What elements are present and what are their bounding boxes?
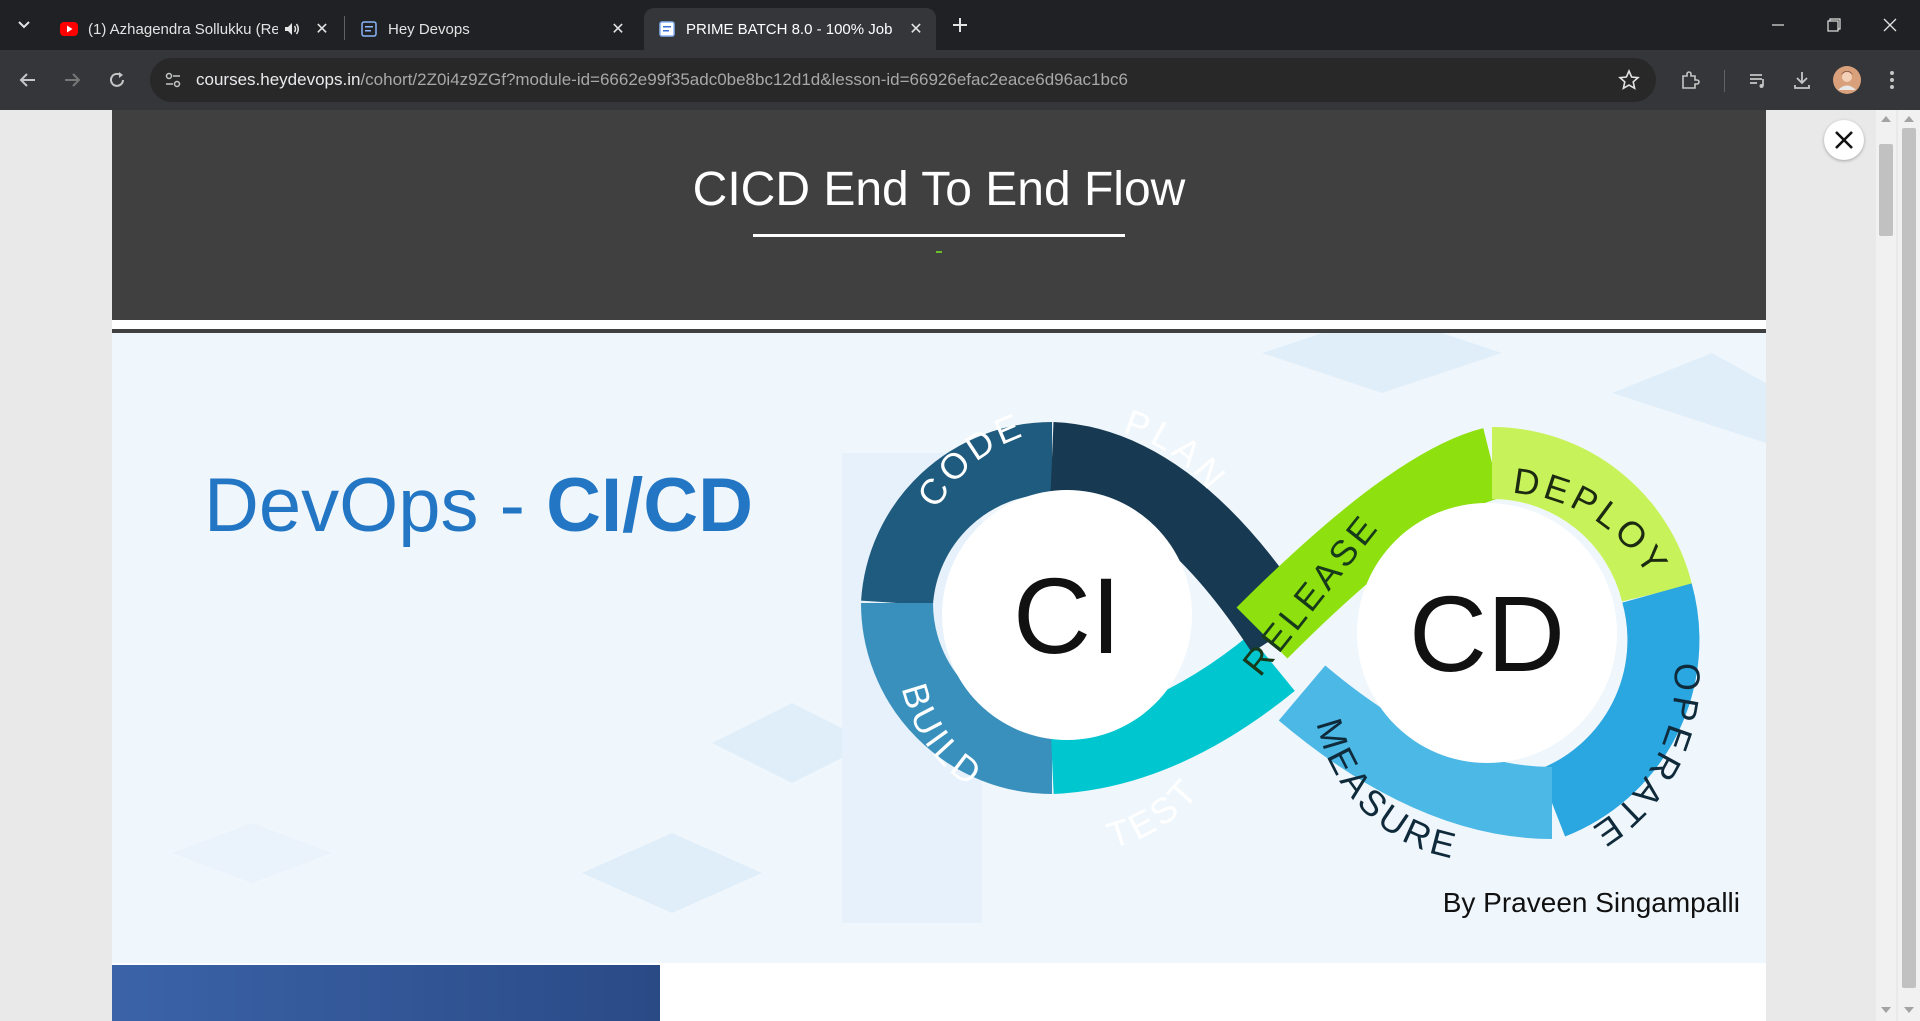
hero-heading-light: DevOps - (204, 463, 546, 548)
tab-separator (344, 16, 345, 40)
ci-loop: CI (861, 421, 1313, 794)
author-credit: By Praveen Singampalli (1442, 887, 1740, 918)
puzzle-icon (1682, 71, 1700, 89)
inner-scrollbar[interactable] (1876, 110, 1896, 1021)
close-icon (1883, 18, 1897, 32)
reload-button[interactable] (99, 62, 135, 98)
scroll-down-arrow[interactable] (1904, 1007, 1914, 1013)
tab-search-button[interactable] (6, 7, 42, 43)
tab-prime-batch[interactable]: PRIME BATCH 8.0 - 100% Job Re ✕ (644, 8, 936, 50)
ci-label: CI (1013, 555, 1121, 676)
scroll-up-arrow[interactable] (1881, 116, 1891, 122)
slide-header: CICD End To End Flow (112, 110, 1766, 320)
downloads-button[interactable] (1784, 62, 1820, 98)
tab-title: Hey Devops (388, 20, 470, 38)
close-tab-icon[interactable]: ✕ (906, 19, 926, 39)
url-domain: courses.heydevops.in (196, 70, 361, 89)
page-icon (658, 20, 676, 38)
speaker-icon[interactable] (284, 22, 302, 36)
bookmark-star-icon[interactable] (1618, 68, 1640, 96)
title-underline (753, 234, 1125, 237)
hero-heading-bold: CI/CD (546, 463, 753, 548)
browser-menu-button[interactable] (1874, 62, 1910, 98)
arrow-right-icon (65, 73, 81, 87)
page-icon (360, 20, 378, 38)
url-text[interactable]: courses.heydevops.in/cohort/2Z0i4z9ZGf?m… (196, 58, 1128, 102)
scroll-up-arrow[interactable] (1904, 116, 1914, 122)
tab-hey-devops[interactable]: Hey Devops ✕ (346, 8, 638, 50)
browser-toolbar: courses.heydevops.in/cohort/2Z0i4z9ZGf?m… (0, 50, 1920, 110)
close-icon (1835, 131, 1853, 149)
profile-button[interactable] (1829, 62, 1865, 98)
tab-strip: (1) Azhagendra Sollukku (Re ✕ Hey Devops… (0, 0, 1920, 50)
avatar (1833, 66, 1861, 94)
close-viewer-button[interactable] (1824, 120, 1864, 160)
new-tab-button[interactable] (942, 7, 978, 43)
lesson-document: CICD End To End Flow DevOps - CI/CD CI C… (112, 110, 1766, 1021)
minimize-icon (1772, 24, 1784, 26)
back-button[interactable] (10, 62, 46, 98)
page-scroll-thumb[interactable] (1902, 128, 1916, 988)
hero-heading: DevOps - CI/CD (204, 463, 753, 548)
scroll-down-arrow[interactable] (1881, 1007, 1891, 1013)
toolbar-separator (1724, 70, 1725, 92)
cd-label: CD (1409, 573, 1565, 694)
youtube-icon (60, 20, 78, 38)
inner-scroll-thumb[interactable] (1879, 144, 1893, 236)
slide-title: CICD End To End Flow (692, 163, 1186, 216)
close-tab-icon[interactable]: ✕ (608, 19, 628, 39)
restore-button[interactable] (1806, 0, 1862, 50)
reload-icon (110, 72, 124, 87)
address-bar[interactable]: courses.heydevops.in/cohort/2Z0i4z9ZGf?m… (150, 58, 1656, 102)
url-path: /cohort/2Z0i4z9ZGf?module-id=6662e99f35a… (360, 70, 1128, 89)
cicd-infinity-diagram: DevOps - CI/CD CI CD CODE PLAN BUILD TES… (172, 333, 1766, 923)
forward-button[interactable] (54, 62, 90, 98)
tab-title: PRIME BATCH 8.0 - 100% Job Re (686, 20, 896, 38)
page-scrollbar[interactable] (1898, 110, 1920, 1021)
close-window-button[interactable] (1862, 0, 1918, 50)
next-slide-preview (112, 965, 660, 1021)
chevron-down-icon (18, 21, 30, 29)
page-viewport: CICD End To End Flow DevOps - CI/CD CI C… (0, 110, 1920, 1021)
tab-youtube[interactable]: (1) Azhagendra Sollukku (Re ✕ (46, 8, 342, 50)
restore-icon (1827, 18, 1841, 32)
extensions-button[interactable] (1672, 62, 1708, 98)
minimize-button[interactable] (1750, 0, 1806, 50)
kebab-menu-icon (1890, 71, 1894, 89)
site-settings-icon[interactable] (164, 71, 182, 94)
download-icon (1794, 72, 1810, 89)
media-control-button[interactable] (1740, 62, 1776, 98)
hero-image: DevOps - CI/CD CI CD CODE PLAN BUILD TES… (112, 333, 1766, 963)
playlist-icon (1750, 74, 1764, 88)
plus-icon (953, 18, 967, 32)
title-accent (936, 251, 942, 253)
tab-title: (1) Azhagendra Sollukku (Re (88, 20, 278, 38)
close-tab-icon[interactable]: ✕ (312, 19, 332, 39)
arrow-left-icon (19, 73, 35, 87)
